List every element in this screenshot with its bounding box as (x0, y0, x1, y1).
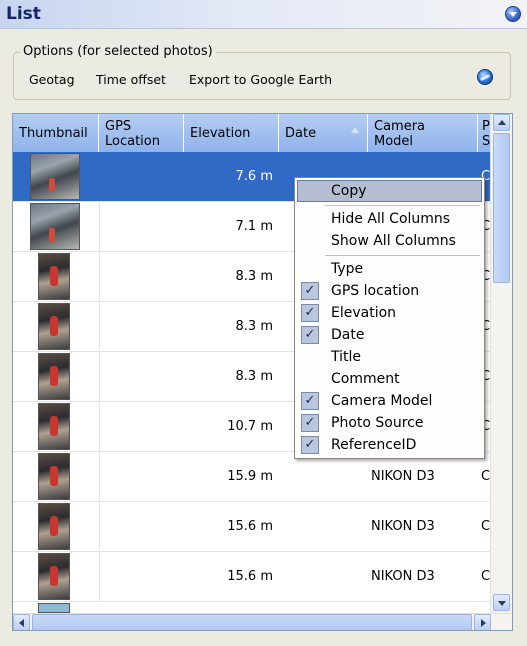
menu-item-label: Show All Columns (331, 233, 456, 249)
col-header-thumbnail[interactable]: Thumbnail (13, 114, 99, 152)
menu-item-hide-all-columns[interactable]: Hide All Columns (297, 208, 482, 230)
col-header-camera-model[interactable]: Camera Model (368, 114, 478, 152)
menu-item-elevation[interactable]: ✓ Elevation (297, 302, 482, 324)
elevation-cell: 15.6 m (227, 519, 273, 534)
col-header-label: Date (285, 126, 317, 141)
vertical-scrollbar[interactable] (490, 114, 512, 613)
column-divider (99, 302, 100, 352)
column-divider (99, 402, 100, 452)
menu-item-comment[interactable]: Comment (297, 368, 482, 390)
photo-thumbnail (38, 403, 70, 450)
scroll-down-button[interactable] (493, 594, 510, 611)
check-icon: ✓ (301, 326, 319, 344)
camera-model-cell: NIKON D3 (371, 519, 435, 534)
menu-item-gps-location[interactable]: ✓ GPS location (297, 280, 482, 302)
column-context-menu: Copy Hide All Columns Show All Columns T… (294, 177, 485, 459)
photo-thumbnail (30, 153, 80, 200)
column-divider (99, 352, 100, 402)
vertical-scroll-thumb[interactable] (493, 133, 510, 283)
elevation-cell: 10.7 m (227, 419, 273, 434)
col-header-label: P S (482, 119, 491, 149)
menu-item-label: ReferenceID (331, 437, 417, 453)
menu-item-reference-id[interactable]: ✓ ReferenceID (297, 434, 482, 456)
elevation-cell: 8.3 m (235, 319, 273, 334)
menu-item-title[interactable]: Title (297, 346, 482, 368)
table-row[interactable]: 15.6 m NIKON D3 C: (13, 502, 494, 552)
menu-item-label: GPS location (331, 283, 420, 299)
menu-item-label: Photo Source (331, 415, 424, 431)
column-divider (99, 202, 100, 252)
scroll-right-button[interactable] (474, 614, 491, 630)
column-divider (99, 552, 100, 602)
table-row[interactable]: 15.6 m NIKON D3 C: (13, 552, 494, 602)
arrow-right-icon (481, 619, 486, 627)
elevation-cell: 15.9 m (227, 469, 273, 484)
elevation-cell: 8.3 m (235, 269, 273, 284)
photo-thumbnail (38, 553, 70, 600)
menu-item-copy[interactable]: Copy (297, 180, 482, 202)
photo-thumbnail (38, 353, 70, 400)
check-icon: ✓ (301, 392, 319, 410)
sort-ascending-icon (351, 127, 359, 133)
arrow-down-icon (498, 601, 506, 606)
check-icon: ✓ (301, 304, 319, 322)
options-legend: Options (for selected photos) (20, 44, 216, 59)
menu-item-camera-model[interactable]: ✓ Camera Model (297, 390, 482, 412)
col-header-label: Thumbnail (19, 126, 88, 141)
column-divider (99, 452, 100, 502)
check-icon: ✓ (301, 436, 319, 454)
column-divider (99, 502, 100, 552)
table-row[interactable]: 15.9 m NIKON D3 C: (13, 452, 494, 502)
geotag-link[interactable]: Geotag (29, 72, 75, 87)
photo-thumbnail (38, 303, 70, 350)
panel-title-bar: List (0, 0, 527, 29)
menu-item-photo-source[interactable]: ✓ Photo Source (297, 412, 482, 434)
panel-title: List (6, 4, 41, 24)
table-row[interactable] (13, 602, 491, 630)
export-google-earth-link[interactable]: Export to Google Earth (189, 72, 332, 87)
horizontal-scroll-thumb[interactable] (32, 614, 472, 630)
time-offset-link[interactable]: Time offset (96, 72, 166, 87)
check-icon: ✓ (301, 414, 319, 432)
elevation-cell: 7.1 m (235, 219, 273, 234)
menu-separator (325, 255, 480, 256)
column-divider (99, 252, 100, 302)
col-header-date[interactable]: Date (279, 114, 368, 152)
col-header-label: Camera Model (374, 119, 426, 149)
globe-icon[interactable] (477, 69, 493, 85)
check-icon: ✓ (301, 282, 319, 300)
collapse-panel-icon[interactable] (505, 6, 521, 22)
elevation-cell: 7.6 m (235, 169, 273, 184)
menu-item-type[interactable]: Type (297, 258, 482, 280)
menu-item-label: Date (331, 327, 365, 343)
col-header-elevation[interactable]: Elevation (184, 114, 279, 152)
elevation-cell: 15.6 m (227, 569, 273, 584)
menu-separator (325, 205, 480, 206)
arrow-left-icon (19, 619, 24, 627)
photo-thumbnail (38, 503, 70, 550)
menu-item-label: Type (331, 261, 364, 277)
menu-item-label: Title (331, 349, 362, 365)
horizontal-scrollbar[interactable] (13, 613, 512, 630)
menu-item-label: Elevation (331, 305, 397, 321)
menu-item-label: Camera Model (331, 393, 433, 409)
menu-item-date[interactable]: ✓ Date (297, 324, 482, 346)
scroll-left-button[interactable] (13, 614, 30, 630)
col-header-gps-location[interactable]: GPS Location (99, 114, 184, 152)
scroll-up-button[interactable] (493, 114, 510, 131)
camera-model-cell: NIKON D3 (371, 569, 435, 584)
photo-thumbnail (38, 253, 70, 300)
photo-thumbnail (30, 203, 80, 250)
camera-model-cell: NIKON D3 (371, 469, 435, 484)
menu-item-label: Copy (331, 183, 367, 199)
menu-item-label: Hide All Columns (331, 211, 451, 227)
menu-item-label: Comment (331, 371, 400, 387)
elevation-cell: 8.3 m (235, 369, 273, 384)
arrow-up-icon (498, 120, 506, 125)
photo-thumbnail (38, 453, 70, 500)
menu-item-show-all-columns[interactable]: Show All Columns (297, 230, 482, 252)
col-header-label: Elevation (190, 126, 251, 141)
photo-thumbnail (38, 603, 70, 630)
col-header-label: GPS Location (105, 119, 160, 149)
